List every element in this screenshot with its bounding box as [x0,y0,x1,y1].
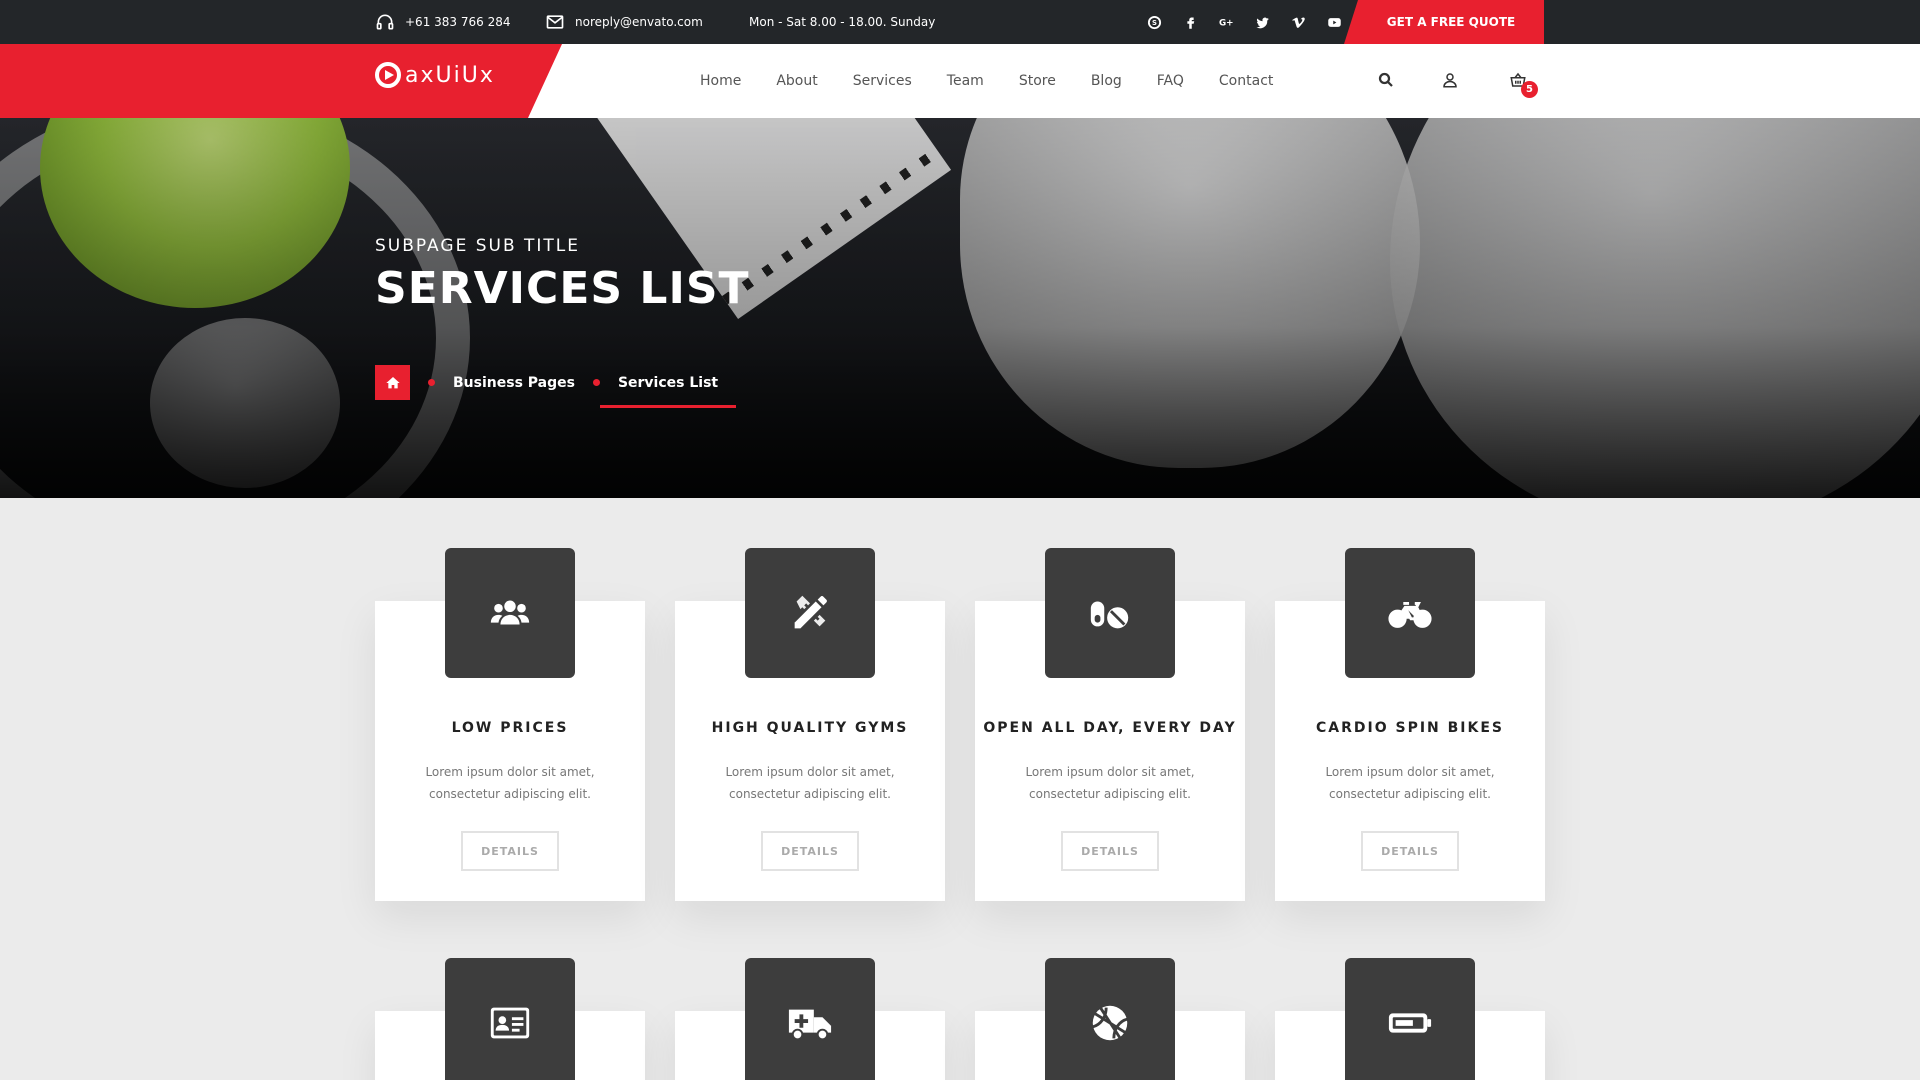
users-icon [490,600,530,625]
details-button[interactable]: DETAILS [461,831,559,871]
service-card: HIGH QUALITY GYMS Lorem ipsum dolor sit … [675,548,945,901]
vimeo-icon[interactable] [1290,14,1306,30]
service-title: CARDIO SPIN BIKES [1315,720,1504,736]
main-navbar: axUiUx Home About Services Team Store Bl… [0,44,1920,118]
details-button[interactable]: DETAILS [1361,831,1459,871]
pencil-ruler-icon [794,595,827,629]
facebook-icon[interactable] [1182,14,1198,30]
service-card: OPEN ALL DAY, EVERY DAY Lorem ipsum dolo… [975,548,1245,901]
breadcrumb-separator [428,379,435,386]
service-card [675,958,945,1080]
envelope-icon [546,15,564,29]
opening-hours: Mon - Sat 8.00 - 18.00. Sunday [749,0,935,44]
logo-text: axUiUx [405,62,495,88]
service-description: Lorem ipsum dolor sit amet, consectetur … [1025,765,1195,801]
id-card-icon [490,1007,530,1039]
logo-mark-icon [375,62,401,88]
hero-overlay [0,118,1920,498]
social-links: S G+ [1146,0,1342,44]
skype-icon[interactable]: S [1146,14,1162,30]
service-icon-box [1345,958,1475,1080]
nav-item-home[interactable]: Home [700,73,741,89]
nav-item-blog[interactable]: Blog [1091,73,1122,89]
svg-text:S: S [1152,19,1157,27]
details-button[interactable]: DETAILS [1061,831,1159,871]
twitter-icon[interactable] [1254,14,1270,30]
service-description: Lorem ipsum dolor sit amet, consectetur … [725,765,895,801]
service-card: CARDIO SPIN BIKES Lorem ipsum dolor sit … [1275,548,1545,901]
service-title: HIGH QUALITY GYMS [711,720,909,736]
user-icon[interactable] [1438,68,1462,92]
headset-icon [376,14,394,30]
service-card [975,958,1245,1080]
service-card [375,958,645,1080]
breadcrumb-parent-link[interactable]: Business Pages [453,375,575,391]
breadcrumb-separator [592,379,600,386]
ambulance-icon [788,1009,832,1041]
service-icon-box [445,548,575,678]
cart-count-badge: 5 [1521,81,1538,98]
service-card [1275,958,1545,1080]
nav-item-team[interactable]: Team [947,73,984,89]
get-quote-button[interactable]: GET A FREE QUOTE [1344,0,1544,44]
phone-number[interactable]: +61 383 766 284 [405,15,510,29]
battery-icon [1388,1013,1432,1033]
details-button[interactable]: DETAILS [761,831,859,871]
site-logo[interactable]: axUiUx [375,62,495,88]
nav-item-about[interactable]: About [776,73,817,89]
service-icon-box [745,548,875,678]
page-hero: SUBPAGE SUB TITLE SERVICES LIST Business… [0,118,1920,498]
service-icon-box [1045,548,1175,678]
service-card: LOW PRICES Lorem ipsum dolor sit amet, c… [375,548,645,901]
breadcrumb: Business Pages Services List [375,365,737,408]
primary-menu: Home About Services Team Store Blog FAQ … [700,44,1273,118]
nav-item-contact[interactable]: Contact [1219,73,1273,89]
basketball-icon [1092,1005,1128,1042]
service-icon-box [445,958,575,1080]
home-icon [385,376,400,388]
google-plus-icon[interactable]: G+ [1218,14,1234,30]
page-title: SERVICES LIST [375,263,750,314]
search-icon[interactable] [1374,68,1398,92]
breadcrumb-current: Services List [599,375,737,408]
service-description: Lorem ipsum dolor sit amet, consectetur … [425,765,595,801]
email-address[interactable]: noreply@envato.com [575,15,703,29]
nav-item-services[interactable]: Services [853,73,912,89]
email-info: noreply@envato.com [545,0,703,44]
hours-text: Mon - Sat 8.00 - 18.00. Sunday [749,15,936,29]
cart-icon[interactable]: 5 [1506,68,1538,98]
page-subtitle: SUBPAGE SUB TITLE [375,236,581,256]
youtube-icon[interactable] [1326,14,1342,30]
nav-item-faq[interactable]: FAQ [1157,73,1184,89]
service-description: Lorem ipsum dolor sit amet, consectetur … [1325,765,1495,801]
service-icon-box [1345,548,1475,678]
top-bar: +61 383 766 284 noreply@envato.com Mon -… [0,0,1920,44]
service-title: OPEN ALL DAY, EVERY DAY [983,720,1237,736]
service-icon-box [745,958,875,1080]
nav-item-store[interactable]: Store [1019,73,1056,89]
service-title: LOW PRICES [451,720,569,736]
svg-text:G+: G+ [1219,18,1234,28]
breadcrumb-home-button[interactable] [375,365,410,400]
pills-icon [1090,601,1129,629]
bicycle-icon [1388,601,1432,628]
phone-info: +61 383 766 284 [375,0,510,44]
service-icon-box [1045,958,1175,1080]
